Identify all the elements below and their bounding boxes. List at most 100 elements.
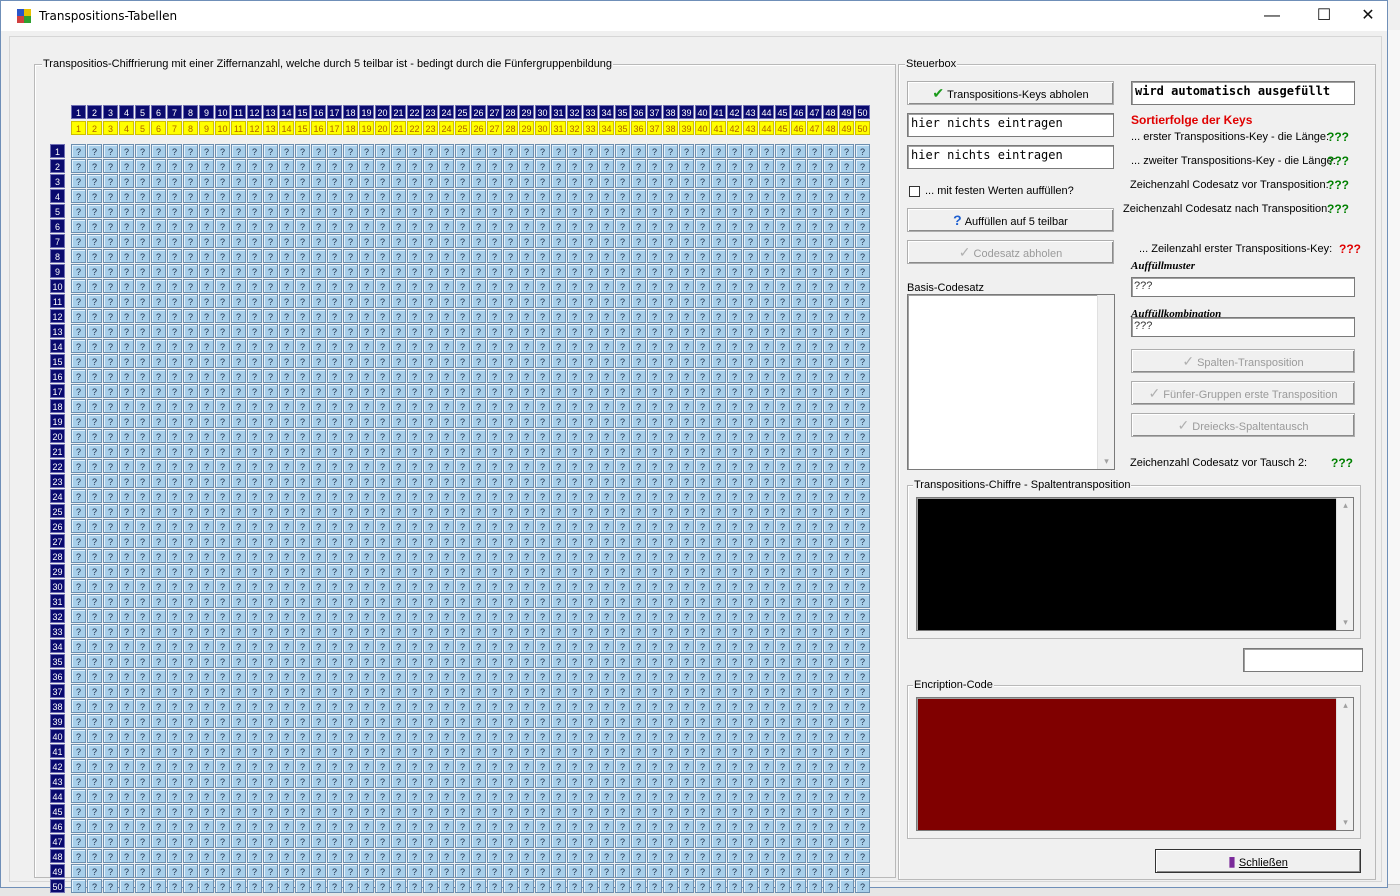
grid-cell[interactable]: ? [519,189,534,203]
grid-cell[interactable]: ? [87,519,102,533]
grid-cell[interactable]: ? [599,699,614,713]
grid-cell[interactable]: ? [647,144,662,158]
grid-cell[interactable]: ? [791,519,806,533]
grid-cell[interactable]: ? [327,234,342,248]
grid-cell[interactable]: ? [407,849,422,863]
grid-cell[interactable]: ? [599,234,614,248]
grid-cell[interactable]: ? [167,774,182,788]
grid-cell[interactable]: ? [263,324,278,338]
grid-cell[interactable]: ? [791,849,806,863]
grid-cell[interactable]: ? [583,264,598,278]
grid-cell[interactable]: ? [743,759,758,773]
grid-cell[interactable]: ? [231,759,246,773]
grid-cell[interactable]: ? [599,849,614,863]
grid-cell[interactable]: ? [679,744,694,758]
grid-cell[interactable]: ? [263,429,278,443]
grid-cell[interactable]: ? [311,339,326,353]
grid-cell[interactable]: ? [487,594,502,608]
grid-cell[interactable]: ? [487,489,502,503]
grid-cell[interactable]: ? [471,729,486,743]
grid-cell[interactable]: ? [439,549,454,563]
grid-cell[interactable]: ? [135,414,150,428]
grid-cell[interactable]: ? [551,174,566,188]
grid-cell[interactable]: ? [503,309,518,323]
grid-cell[interactable]: ? [231,699,246,713]
grid-cell[interactable]: ? [679,159,694,173]
grid-cell[interactable]: ? [631,834,646,848]
grid-cell[interactable]: ? [679,564,694,578]
grid-cell[interactable]: ? [231,174,246,188]
grid-cell[interactable]: ? [471,204,486,218]
grid-cell[interactable]: ? [839,234,854,248]
grid-cell[interactable]: ? [855,534,870,548]
grid-cell[interactable]: ? [247,474,262,488]
grid-cell[interactable]: ? [119,759,134,773]
grid-cell[interactable]: ? [71,699,86,713]
grid-cell[interactable]: ? [391,774,406,788]
grid-cell[interactable]: ? [375,789,390,803]
grid-cell[interactable]: ? [215,204,230,218]
grid-cell[interactable]: ? [471,834,486,848]
grid-cell[interactable]: ? [519,579,534,593]
grid-cell[interactable]: ? [551,879,566,893]
grid-cell[interactable]: ? [775,819,790,833]
grid-cell[interactable]: ? [615,669,630,683]
grid-cell[interactable]: ? [471,819,486,833]
grid-cell[interactable]: ? [135,774,150,788]
grid-cell[interactable]: ? [391,369,406,383]
grid-cell[interactable]: ? [647,669,662,683]
grid-cell[interactable]: ? [295,324,310,338]
grid-cell[interactable]: ? [263,624,278,638]
grid-cell[interactable]: ? [599,339,614,353]
grid-cell[interactable]: ? [343,384,358,398]
grid-cell[interactable]: ? [759,834,774,848]
grid-cell[interactable]: ? [695,249,710,263]
grid-cell[interactable]: ? [247,624,262,638]
grid-cell[interactable]: ? [663,864,678,878]
grid-cell[interactable]: ? [455,654,470,668]
grid-cell[interactable]: ? [567,534,582,548]
grid-cell[interactable]: ? [647,639,662,653]
grid-cell[interactable]: ? [423,669,438,683]
grid-cell[interactable]: ? [519,399,534,413]
grid-cell[interactable]: ? [807,444,822,458]
grid-cell[interactable]: ? [375,489,390,503]
grid-cell[interactable]: ? [519,444,534,458]
grid-cell[interactable]: ? [167,204,182,218]
grid-cell[interactable]: ? [455,204,470,218]
grid-cell[interactable]: ? [119,339,134,353]
grid-cell[interactable]: ? [183,624,198,638]
grid-cell[interactable]: ? [423,879,438,893]
grid-cell[interactable]: ? [247,249,262,263]
grid-cell[interactable]: ? [551,609,566,623]
grid-cell[interactable]: ? [215,819,230,833]
grid-cell[interactable]: ? [583,219,598,233]
grid-cell[interactable]: ? [471,654,486,668]
grid-cell[interactable]: ? [487,549,502,563]
grid-cell[interactable]: ? [695,669,710,683]
grid-cell[interactable]: ? [695,609,710,623]
grid-cell[interactable]: ? [807,714,822,728]
grid-cell[interactable]: ? [695,204,710,218]
grid-cell[interactable]: ? [583,714,598,728]
grid-cell[interactable]: ? [295,219,310,233]
grid-cell[interactable]: ? [295,339,310,353]
grid-cell[interactable]: ? [487,744,502,758]
grid-cell[interactable]: ? [631,684,646,698]
grid-cell[interactable]: ? [183,534,198,548]
grid-cell[interactable]: ? [791,759,806,773]
grid-cell[interactable]: ? [839,279,854,293]
grid-cell[interactable]: ? [407,234,422,248]
grid-cell[interactable]: ? [231,249,246,263]
grid-cell[interactable]: ? [455,279,470,293]
grid-cell[interactable]: ? [631,159,646,173]
grid-cell[interactable]: ? [663,174,678,188]
grid-cell[interactable]: ? [183,564,198,578]
grid-cell[interactable]: ? [503,174,518,188]
grid-cell[interactable]: ? [663,369,678,383]
grid-cell[interactable]: ? [167,429,182,443]
grid-cell[interactable]: ? [695,804,710,818]
grid-cell[interactable]: ? [327,474,342,488]
grid-cell[interactable]: ? [471,294,486,308]
grid-cell[interactable]: ? [375,189,390,203]
